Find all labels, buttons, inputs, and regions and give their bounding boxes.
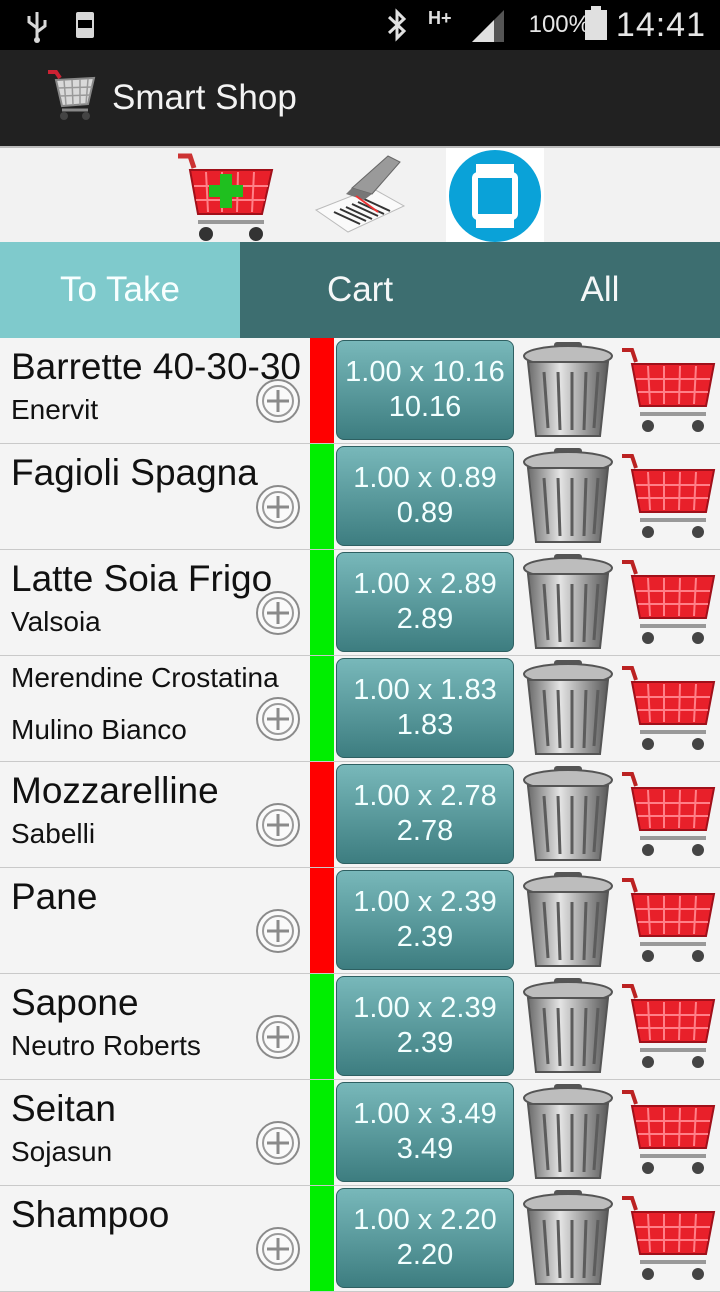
item-total: 2.20 [396, 1239, 454, 1271]
bluetooth-icon [387, 8, 407, 42]
quantity-price: 1.00 x 0.89 [353, 462, 497, 494]
item-total: 10.16 [388, 391, 462, 423]
add-quantity-icon[interactable] [255, 696, 301, 742]
item-status-indicator [310, 1080, 334, 1185]
trash-icon[interactable] [522, 446, 614, 546]
list-item[interactable]: Barrette 40-30-30 Enervit 1.00 x 10.16 1… [0, 338, 720, 444]
app-title: Smart Shop [112, 78, 297, 117]
item-total: 1.83 [396, 709, 454, 741]
shopping-list: Barrette 40-30-30 Enervit 1.00 x 10.16 1… [0, 338, 720, 1292]
price-button[interactable]: 1.00 x 2.39 2.39 [336, 870, 514, 970]
list-item[interactable]: Mozzarelline Sabelli 1.00 x 2.78 2.78 [0, 762, 720, 868]
usb-icon [27, 12, 47, 43]
price-button[interactable]: 1.00 x 2.39 2.39 [336, 976, 514, 1076]
quantity-price: 1.00 x 2.89 [353, 568, 497, 600]
tab-bar: To Take Cart All [0, 242, 720, 338]
item-name: Merendine Crostatina [11, 662, 279, 693]
trash-icon[interactable] [522, 552, 614, 652]
add-quantity-icon[interactable] [255, 1120, 301, 1166]
move-to-cart-icon[interactable] [620, 450, 718, 544]
item-brand: Enervit [11, 394, 99, 425]
price-button[interactable]: 1.00 x 0.89 0.89 [336, 446, 514, 546]
item-brand: Sabelli [11, 818, 96, 849]
list-item[interactable]: Pane 1.00 x 2.39 2.39 [0, 868, 720, 974]
add-quantity-icon[interactable] [255, 590, 301, 636]
item-status-indicator [310, 338, 334, 443]
add-quantity-icon[interactable] [255, 1014, 301, 1060]
item-total: 2.89 [396, 603, 454, 635]
add-quantity-icon[interactable] [255, 1226, 301, 1272]
trash-icon[interactable] [522, 870, 614, 970]
add-to-cart-icon[interactable] [176, 148, 276, 244]
item-brand: Neutro Roberts [11, 1030, 201, 1061]
move-to-cart-icon[interactable] [620, 1192, 718, 1286]
status-bar: H+ 100% 14:41 [0, 0, 720, 50]
list-item[interactable]: Seitan Sojasun 1.00 x 3.49 3.49 [0, 1080, 720, 1186]
list-item[interactable]: Merendine Crostatina Mulino Bianco 1.00 … [0, 656, 720, 762]
item-status-indicator [310, 974, 334, 1079]
move-to-cart-icon[interactable] [620, 556, 718, 650]
move-to-cart-icon[interactable] [620, 874, 718, 968]
shopping-cart-icon[interactable] [44, 64, 100, 126]
quantity-price: 1.00 x 2.78 [353, 780, 497, 812]
battery-percent: 100% [528, 11, 590, 38]
price-button[interactable]: 1.00 x 2.20 2.20 [336, 1188, 514, 1288]
action-bar: Smart Shop [0, 50, 720, 146]
price-button[interactable]: 1.00 x 2.89 2.89 [336, 552, 514, 652]
move-to-cart-icon[interactable] [620, 980, 718, 1074]
item-status-indicator [310, 444, 334, 549]
move-to-cart-icon[interactable] [620, 662, 718, 756]
list-item[interactable]: Shampoo 1.00 x 2.20 2.20 [0, 1186, 720, 1292]
smartwatch-icon[interactable] [446, 148, 544, 244]
quantity-price: 1.00 x 3.49 [353, 1098, 497, 1130]
item-brand: Valsoia [11, 606, 101, 637]
quantity-price: 1.00 x 1.83 [353, 674, 497, 706]
item-status-indicator [310, 762, 334, 867]
storage-icon [76, 12, 94, 38]
add-quantity-icon[interactable] [255, 378, 301, 424]
move-to-cart-icon[interactable] [620, 768, 718, 862]
clock: 14:41 [615, 5, 706, 44]
item-brand: Mulino Bianco [11, 714, 187, 745]
quantity-price: 1.00 x 10.16 [345, 356, 505, 388]
quantity-price: 1.00 x 2.39 [353, 886, 497, 918]
price-button[interactable]: 1.00 x 3.49 3.49 [336, 1082, 514, 1182]
battery-icon [585, 6, 607, 40]
item-status-indicator [310, 550, 334, 655]
signal-icon [472, 10, 504, 42]
move-to-cart-icon[interactable] [620, 344, 718, 438]
list-item[interactable]: Fagioli Spagna 1.00 x 0.89 0.89 [0, 444, 720, 550]
item-status-indicator [310, 1186, 334, 1291]
item-total: 3.49 [396, 1133, 454, 1165]
add-quantity-icon[interactable] [255, 908, 301, 954]
list-item[interactable]: Sapone Neutro Roberts 1.00 x 2.39 2.39 [0, 974, 720, 1080]
price-button[interactable]: 1.00 x 1.83 1.83 [336, 658, 514, 758]
trash-icon[interactable] [522, 340, 614, 440]
item-status-indicator [310, 868, 334, 973]
list-item[interactable]: Latte Soia Frigo Valsoia 1.00 x 2.89 2.8… [0, 550, 720, 656]
move-to-cart-icon[interactable] [620, 1086, 718, 1180]
tab-cart[interactable]: Cart [240, 242, 480, 338]
trash-icon[interactable] [522, 1188, 614, 1288]
item-total: 2.39 [396, 921, 454, 953]
add-quantity-icon[interactable] [255, 484, 301, 530]
trash-icon[interactable] [522, 764, 614, 864]
tab-all[interactable]: All [480, 242, 720, 338]
item-total: 2.39 [396, 1027, 454, 1059]
price-button[interactable]: 1.00 x 10.16 10.16 [336, 340, 514, 440]
tab-to-take[interactable]: To Take [0, 242, 240, 338]
item-total: 0.89 [396, 497, 454, 529]
price-button[interactable]: 1.00 x 2.78 2.78 [336, 764, 514, 864]
item-brand: Sojasun [11, 1136, 113, 1167]
trash-icon[interactable] [522, 976, 614, 1076]
trash-icon[interactable] [522, 1082, 614, 1182]
toolbar [0, 146, 720, 244]
add-quantity-icon[interactable] [255, 802, 301, 848]
barcode-scanner-icon[interactable] [312, 148, 408, 244]
quantity-price: 1.00 x 2.20 [353, 1204, 497, 1236]
quantity-price: 1.00 x 2.39 [353, 992, 497, 1024]
trash-icon[interactable] [522, 658, 614, 758]
item-status-indicator [310, 656, 334, 761]
item-total: 2.78 [396, 815, 454, 847]
